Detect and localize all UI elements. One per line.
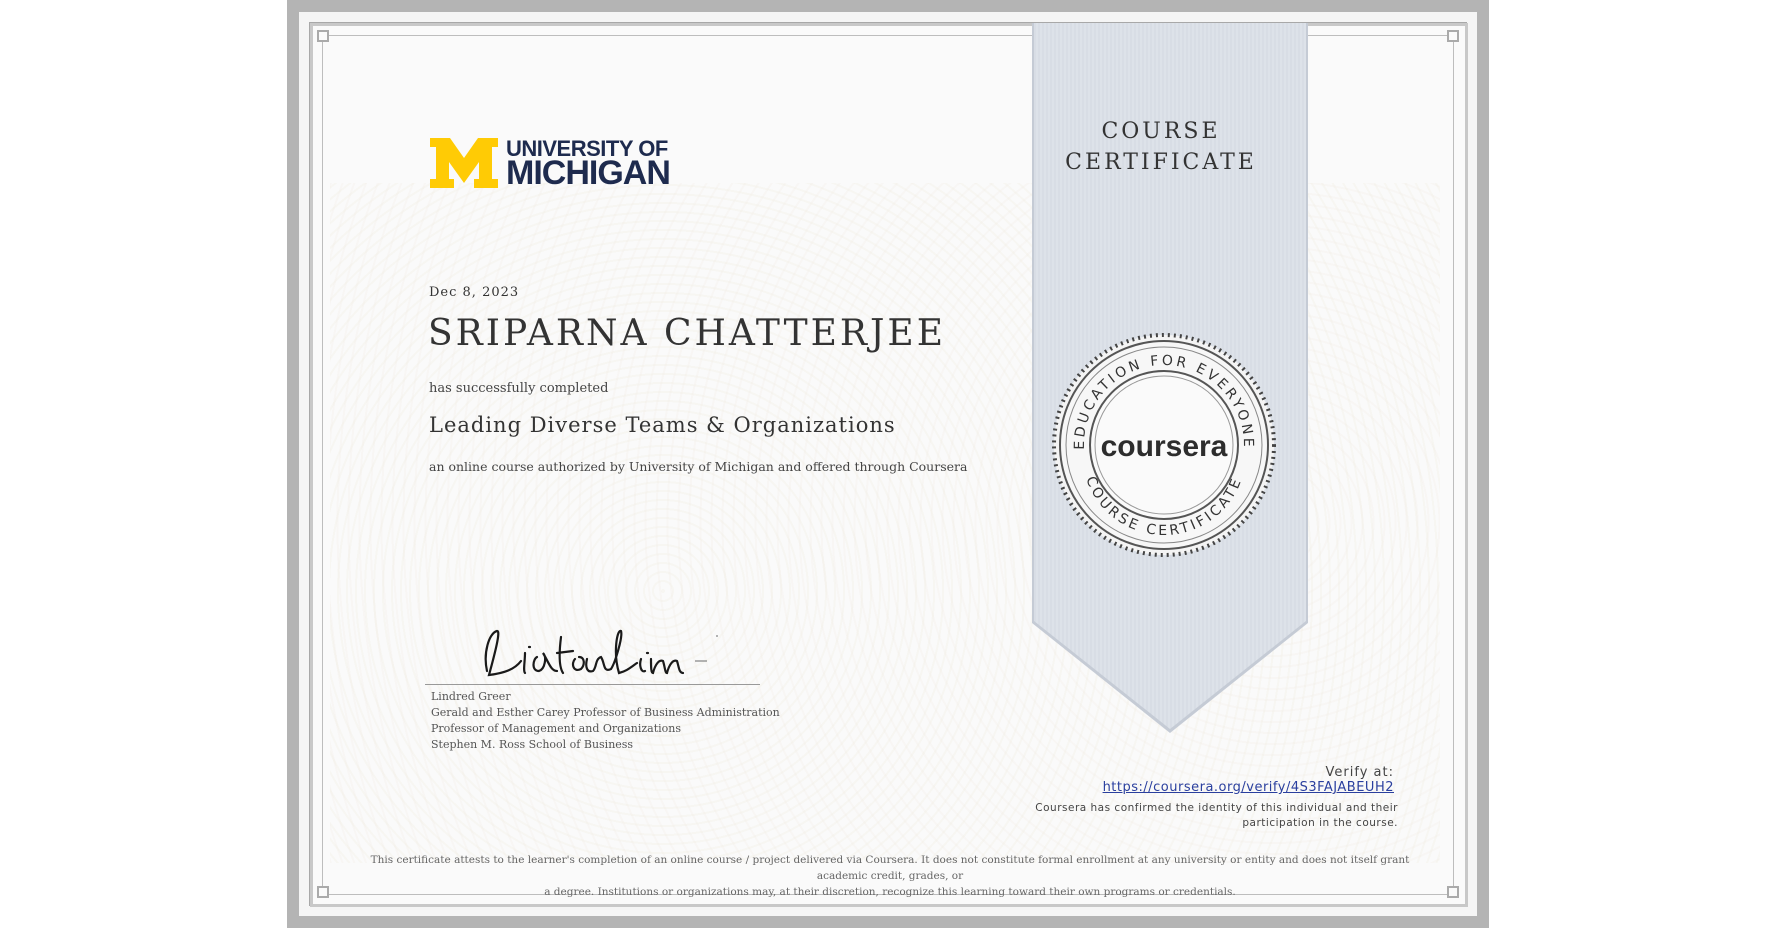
corner-ornament (1447, 886, 1459, 898)
certificate-frame: UNIVERSITY OF MICHIGAN Dec 8, 2023 SRIPA… (287, 0, 1489, 928)
seal-center-text: coursera (1101, 430, 1228, 463)
verify-note: Coursera has confirmed the identity of t… (1035, 802, 1398, 829)
signature-line (425, 684, 760, 685)
signer-title: Gerald and Esther Carey Professor of Bus… (431, 706, 780, 719)
disclaimer-line: a degree. Institutions or organizations … (544, 886, 1236, 898)
signer-title: Professor of Management and Organization… (431, 722, 681, 735)
verify-link[interactable]: https://coursera.org/verify/4S3FAJABEUH2 (1103, 780, 1394, 795)
certificate-paper: UNIVERSITY OF MICHIGAN Dec 8, 2023 SRIPA… (309, 22, 1468, 907)
recipient-name: SRIPARNA CHATTERJEE (428, 313, 946, 354)
signer-details: Lindred Greer Gerald and Esther Carey Pr… (431, 689, 780, 753)
authorized-text: an online course authorized by Universit… (429, 459, 968, 474)
signature-image (484, 629, 718, 677)
coursera-seal: EDUCATION FOR EVERYONE COURSE CERTIFICAT… (1052, 333, 1276, 557)
completed-text: has successfully completed (429, 381, 609, 396)
university-logo: UNIVERSITY OF MICHIGAN (430, 136, 690, 196)
ribbon-title: COURSE CERTIFICATE (1030, 116, 1292, 178)
course-title: Leading Diverse Teams & Organizations (429, 413, 896, 437)
disclaimer: This certificate attests to the learner'… (345, 852, 1435, 900)
issue-date: Dec 8, 2023 (429, 285, 520, 300)
corner-ornament (1447, 30, 1459, 42)
signer-name: Lindred Greer (431, 690, 511, 703)
verify-label: Verify at: (1325, 765, 1394, 780)
ribbon-title-line: CERTIFICATE (1065, 150, 1257, 175)
corner-ornament (317, 886, 329, 898)
block-m-icon (430, 138, 498, 188)
logo-line-2: MICHIGAN (506, 154, 671, 192)
signer-title: Stephen M. Ross School of Business (431, 738, 634, 751)
ribbon-title-line: COURSE (1101, 119, 1221, 144)
corner-ornament (317, 30, 329, 42)
disclaimer-line: This certificate attests to the learner'… (370, 854, 1410, 882)
